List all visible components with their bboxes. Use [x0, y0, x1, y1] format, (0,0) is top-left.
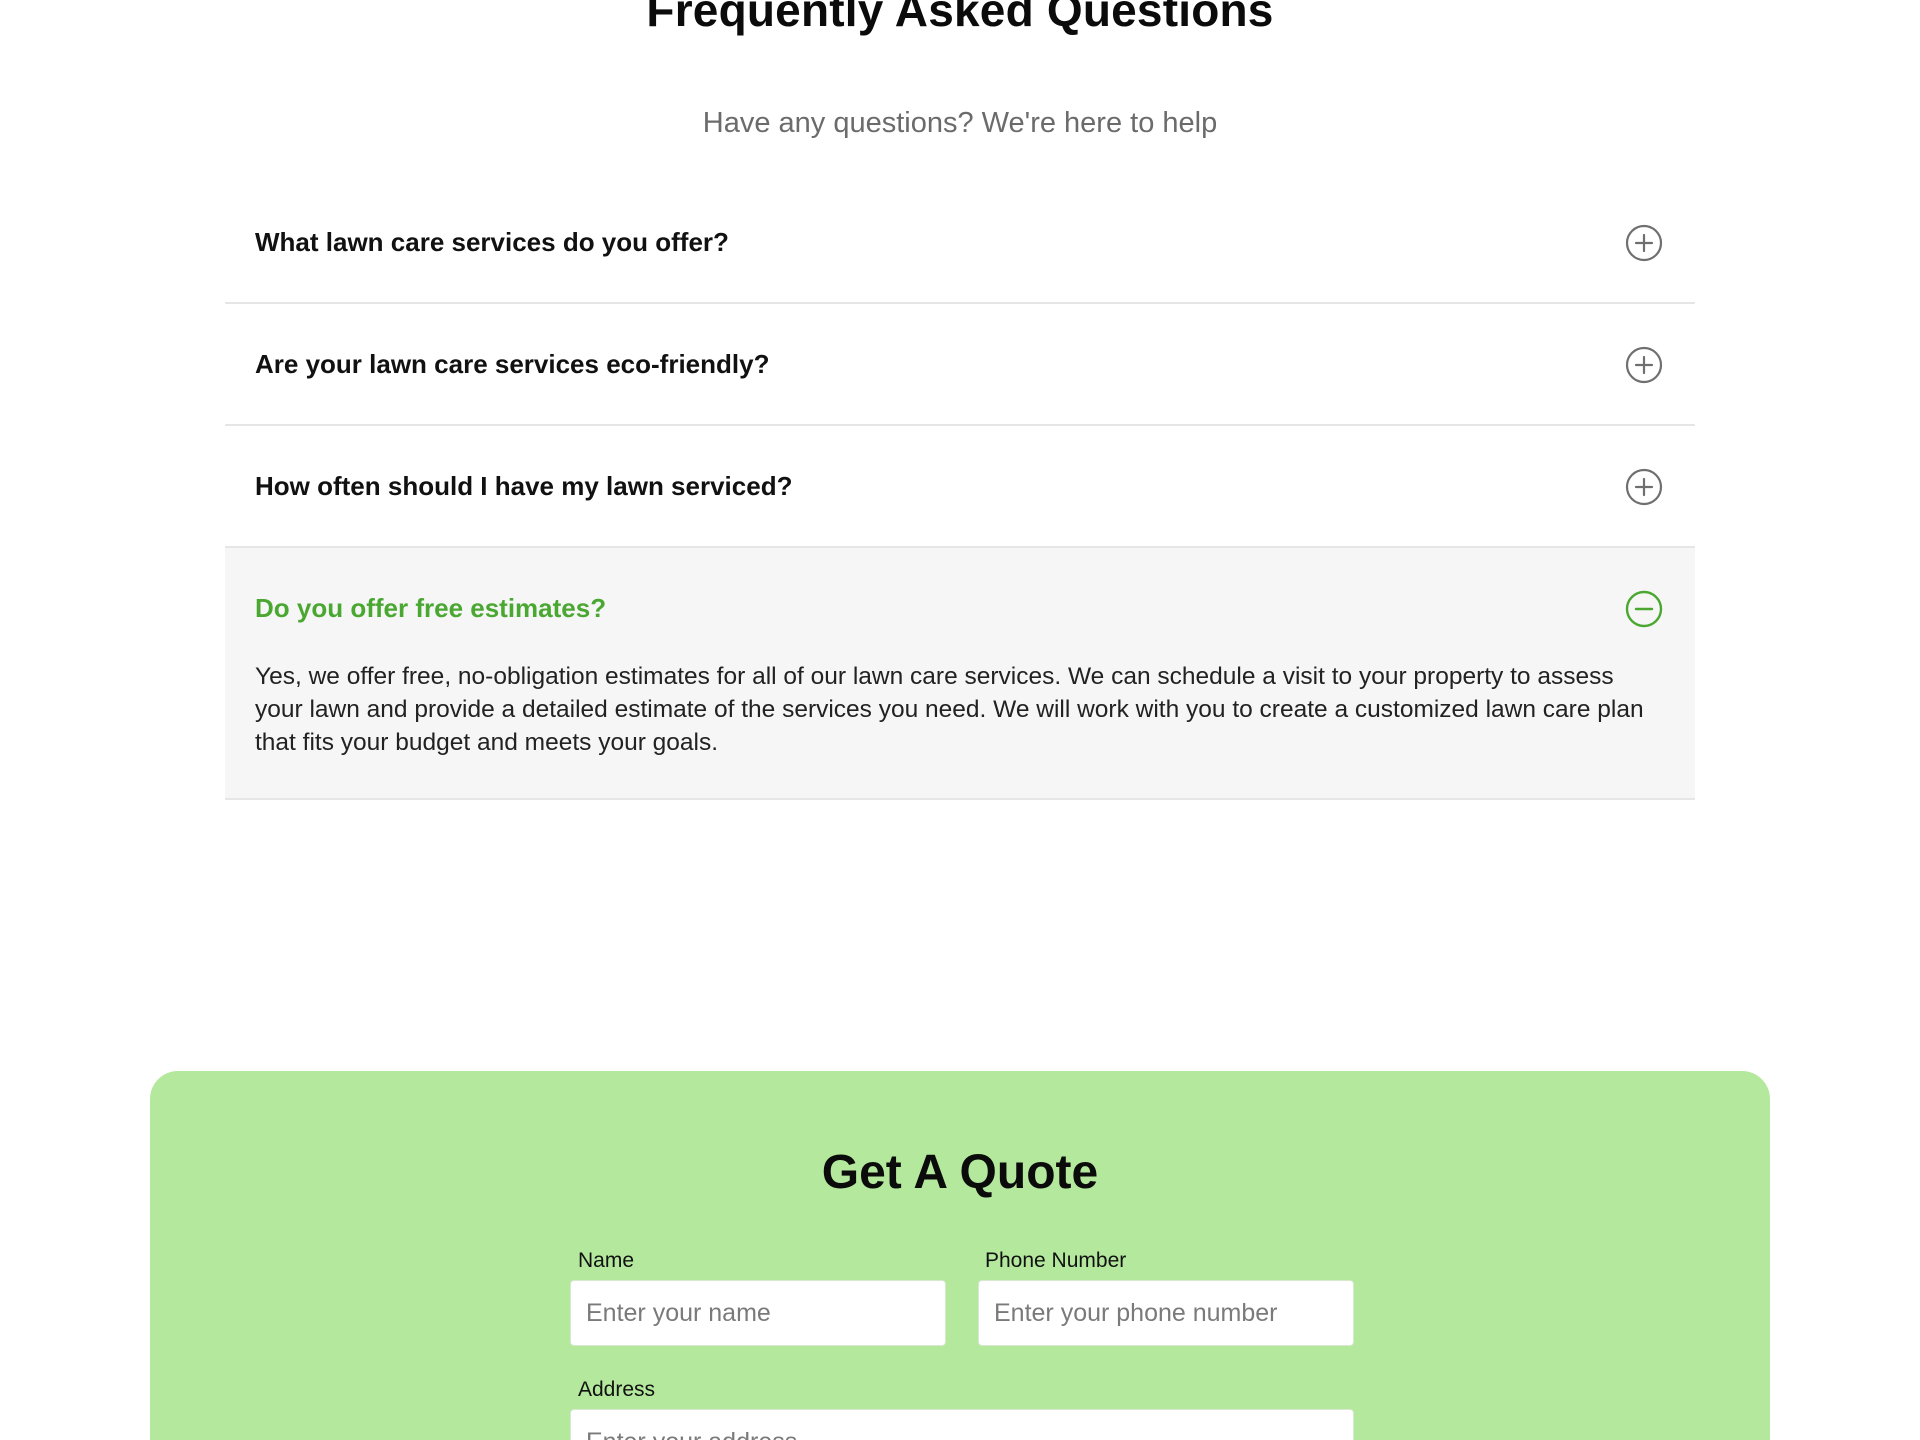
faq-item-expanded[interactable]: Do you offer free estimates? Yes, we off…: [225, 548, 1695, 800]
phone-input[interactable]: [978, 1280, 1354, 1346]
faq-subtitle: Have any questions? We're here to help: [702, 107, 1218, 139]
faq-item[interactable]: Are your lawn care services eco-friendly…: [225, 304, 1695, 426]
faq-question: Are your lawn care services eco-friendly…: [255, 349, 770, 379]
plus-circle-icon[interactable]: [1625, 346, 1663, 384]
page: Frequently Asked Questions Have any ques…: [0, 0, 1920, 1440]
faq-question: Do you offer free estimates?: [255, 593, 607, 623]
quote-form-card: Get A Quote Name Phone Number Address: [150, 1071, 1770, 1440]
faq-answer: Yes, we offer free, no-obligation estima…: [255, 663, 1644, 756]
quote-title: Get A Quote: [821, 1146, 1099, 1199]
faq-list: What lawn care services do you offer? Ar…: [225, 182, 1695, 800]
name-input[interactable]: [570, 1280, 946, 1346]
address-input[interactable]: [570, 1409, 1354, 1440]
faq-question: What lawn care services do you offer?: [255, 227, 729, 257]
faq-title: Frequently Asked Questions: [646, 0, 1274, 36]
address-label: Address: [578, 1378, 656, 1401]
plus-circle-icon[interactable]: [1625, 468, 1663, 506]
faq-question: How often should I have my lawn serviced…: [255, 471, 793, 501]
faq-item[interactable]: How often should I have my lawn serviced…: [225, 426, 1695, 548]
plus-circle-icon[interactable]: [1625, 224, 1663, 262]
minus-circle-icon[interactable]: [1625, 590, 1663, 628]
phone-label: Phone Number: [985, 1249, 1127, 1272]
faq-item[interactable]: What lawn care services do you offer?: [225, 182, 1695, 304]
name-label: Name: [578, 1249, 635, 1272]
